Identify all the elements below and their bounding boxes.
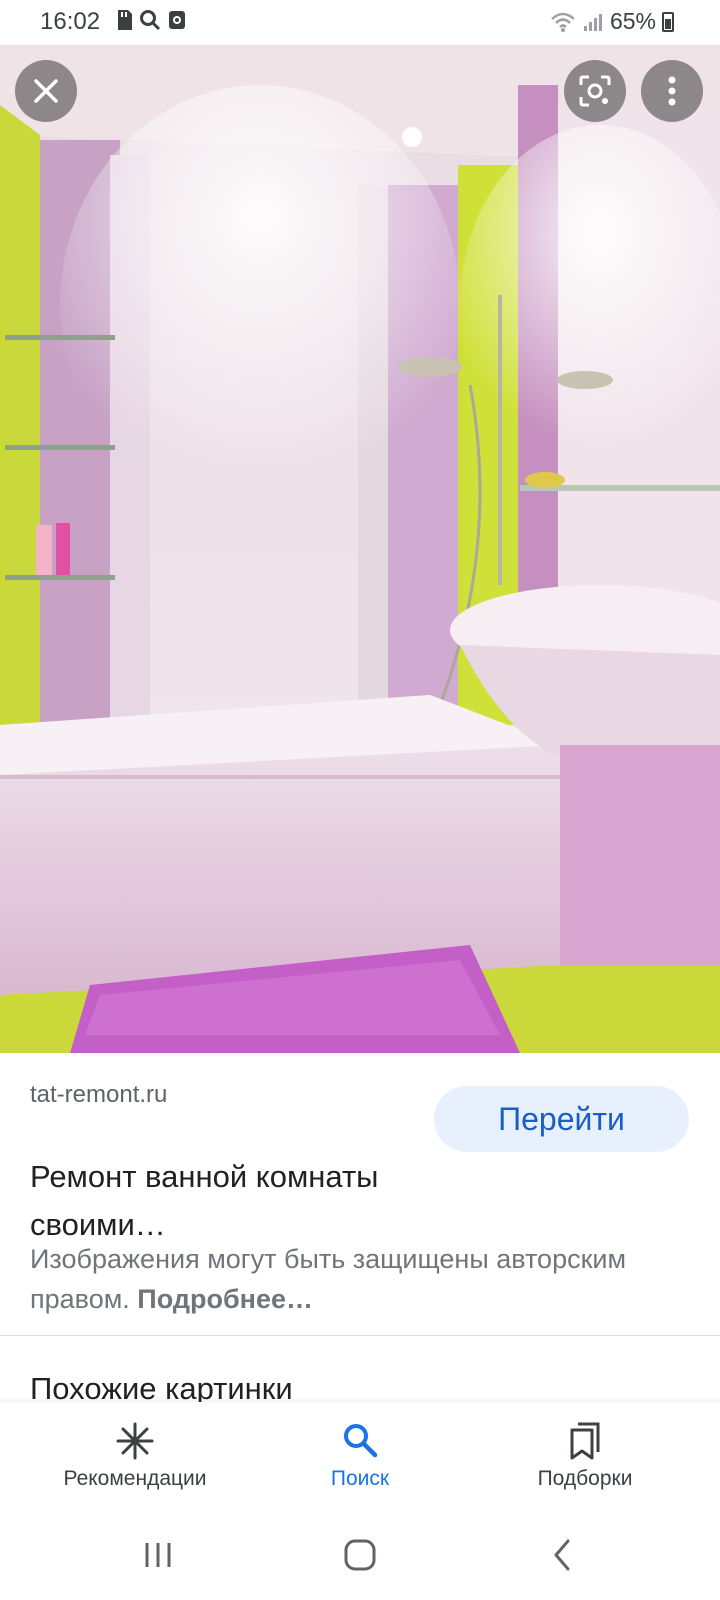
sd-card-icon (118, 10, 132, 30)
more-vert-icon (668, 76, 676, 106)
close-icon (34, 79, 58, 103)
lens-button[interactable] (564, 60, 626, 122)
copyright-text: Изображения могут быть защищены авторски… (30, 1244, 627, 1314)
nav-collections-label: Подборки (537, 1467, 633, 1490)
close-button[interactable] (15, 60, 77, 122)
back-button[interactable] (532, 1530, 592, 1580)
nav-search-label: Поиск (330, 1467, 390, 1490)
home-button[interactable] (330, 1530, 390, 1580)
system-navigation-bar (0, 1510, 720, 1600)
battery-percent: 65% (609, 8, 656, 34)
recent-apps-button[interactable] (128, 1530, 188, 1580)
nav-search[interactable]: Поиск (240, 1402, 480, 1510)
recent-apps-icon (145, 1543, 171, 1567)
home-icon (344, 1539, 376, 1571)
wifi-icon (551, 12, 575, 32)
nav-collections[interactable]: Подборки (465, 1402, 705, 1510)
nav-recommendations-label: Рекомендации (63, 1467, 207, 1490)
more-info-link[interactable]: Подробнее… (137, 1284, 313, 1314)
more-options-button[interactable] (641, 60, 703, 122)
signal-icon (583, 13, 602, 31)
lens-icon (579, 75, 611, 107)
asterisk-icon (116, 1422, 154, 1460)
back-icon (554, 1539, 570, 1571)
search-status-icon (140, 10, 161, 31)
collections-icon (570, 1422, 600, 1460)
image-preview[interactable] (0, 45, 720, 1053)
nav-recommendations[interactable]: Рекомендации (15, 1402, 255, 1510)
source-domain[interactable]: tat-remont.ru (30, 1081, 167, 1109)
battery-icon (662, 11, 674, 32)
goto-button[interactable]: Перейти (434, 1086, 689, 1152)
screenshot-icon (169, 11, 185, 29)
status-time: 16:02 (40, 8, 101, 35)
copyright-notice: Изображения могут быть защищены авторски… (30, 1239, 690, 1319)
bottom-navigation: Рекомендации Поиск Подборки (0, 1402, 720, 1510)
bathroom-photo (0, 45, 720, 1053)
divider (0, 1335, 720, 1336)
result-title[interactable]: Ремонт ванной комнаты своими… (30, 1153, 390, 1249)
status-bar: 16:02 65% (0, 0, 720, 45)
search-icon (344, 1424, 378, 1458)
